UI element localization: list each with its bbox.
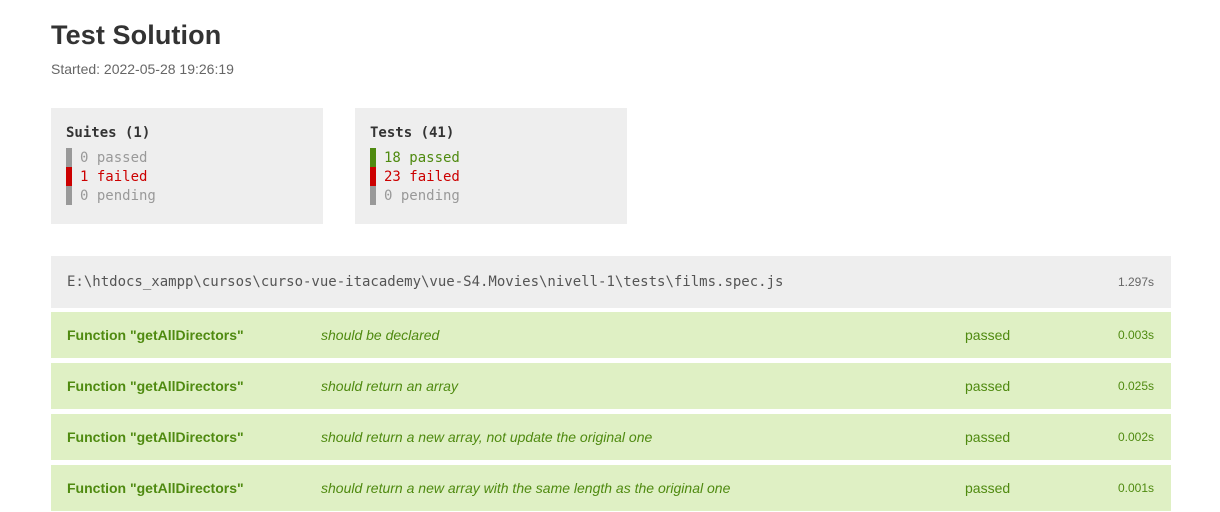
- spec-file-duration: 1.297s: [1117, 275, 1154, 289]
- suites-pending-line: 0 pending: [66, 186, 308, 205]
- started-timestamp: Started: 2022-05-28 19:26:19: [51, 61, 234, 77]
- suites-pending-label: 0 pending: [80, 187, 156, 204]
- test-name: should return a new array with the same …: [321, 480, 731, 496]
- suites-passed-line: 0 passed: [66, 148, 308, 167]
- test-row[interactable]: Function "getAllDirectors" should return…: [51, 414, 1171, 460]
- test-duration: 0.003s: [1117, 328, 1154, 342]
- page-title: Test Solution: [51, 20, 222, 50]
- test-duration: 0.001s: [1117, 481, 1154, 495]
- suites-failed-label: 1 failed: [80, 168, 148, 185]
- tests-pending-bar: [370, 186, 376, 205]
- tests-passed-bar: [370, 148, 376, 167]
- test-suite-name: Function "getAllDirectors": [67, 378, 244, 394]
- spec-file-path: E:\htdocs_xampp\cursos\curso-vue-itacade…: [67, 274, 784, 290]
- tests-failed-bar: [370, 167, 376, 186]
- tests-failed-label: 23 failed: [384, 168, 460, 185]
- suites-failed-line: 1 failed: [66, 167, 308, 186]
- test-name: should return a new array, not update th…: [321, 429, 653, 445]
- test-row[interactable]: Function "getAllDirectors" should be dec…: [51, 312, 1171, 358]
- test-suite-name: Function "getAllDirectors": [67, 480, 244, 496]
- test-row[interactable]: Function "getAllDirectors" should return…: [51, 465, 1171, 511]
- test-status: passed: [965, 378, 1011, 394]
- suites-failed-bar: [66, 167, 72, 186]
- test-suite-name: Function "getAllDirectors": [67, 327, 244, 343]
- test-name: should be declared: [321, 327, 440, 343]
- tests-failed-line: 23 failed: [370, 167, 612, 186]
- test-status: passed: [965, 429, 1011, 445]
- test-report-page: Test Solution Started: 2022-05-28 19:26:…: [0, 0, 1220, 512]
- test-status: passed: [965, 480, 1011, 496]
- suites-summary-title: Suites (1): [66, 125, 151, 141]
- test-duration: 0.002s: [1117, 430, 1154, 444]
- spec-file-header[interactable]: E:\htdocs_xampp\cursos\curso-vue-itacade…: [51, 256, 1171, 308]
- suites-pending-bar: [66, 186, 72, 205]
- tests-summary-title: Tests (41): [370, 125, 455, 141]
- tests-summary: Tests (41) 18 passed 23 failed 0 pending: [355, 108, 627, 224]
- suites-summary: Suites (1) 0 passed 1 failed 0 pending: [51, 108, 323, 224]
- tests-passed-label: 18 passed: [384, 149, 460, 166]
- test-suite-name: Function "getAllDirectors": [67, 429, 244, 445]
- tests-pending-line: 0 pending: [370, 186, 612, 205]
- suites-passed-bar: [66, 148, 72, 167]
- test-name: should return an array: [321, 378, 458, 394]
- tests-passed-line: 18 passed: [370, 148, 612, 167]
- test-row[interactable]: Function "getAllDirectors" should return…: [51, 363, 1171, 409]
- test-duration: 0.025s: [1117, 379, 1154, 393]
- test-status: passed: [965, 327, 1011, 343]
- tests-pending-label: 0 pending: [384, 187, 460, 204]
- suites-passed-label: 0 passed: [80, 149, 148, 166]
